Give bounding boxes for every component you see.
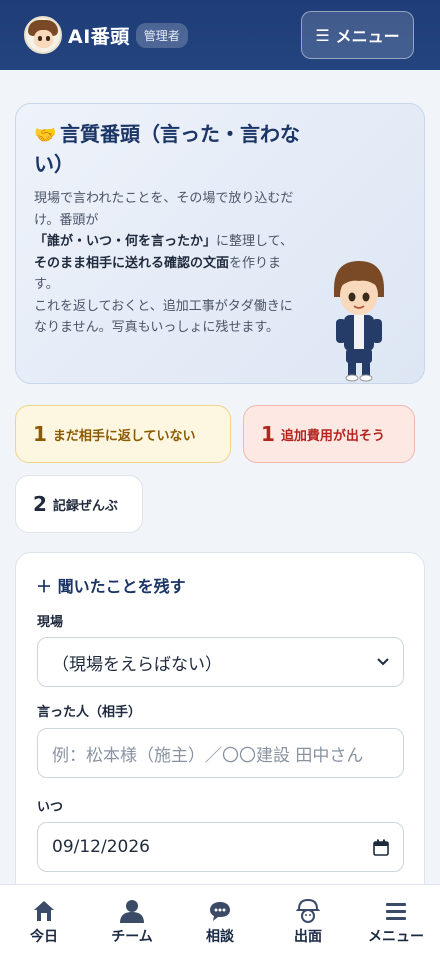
app-header: AI番頭 管理者 ☰ メニュー [0,0,440,70]
nav-item-menu[interactable]: メニュー [352,885,440,959]
intro-bold-1: 「誰が・いつ・何を言ったか」 [34,234,217,249]
calendar-icon[interactable] [373,839,389,856]
bottom-nav: 今日 チーム 相談 出面 メニュー [0,884,440,959]
hamburger-icon: ☰ [315,25,330,45]
avatar [24,16,62,54]
stat-not-returned[interactable]: 1 まだ相手に返していない [15,405,231,463]
menu-icon [383,898,409,924]
mascot-illustration [334,261,384,382]
nav-label: 出面 [294,929,322,945]
date-value: 09/12/2026 [52,837,150,857]
speaker-label: 言った人（相手） [37,705,142,720]
stat-label: 追加費用が出そう [280,428,385,444]
nav-label: 今日 [30,929,58,945]
stat-count: 1 [33,422,47,446]
intro-title: 🤝 言質番頭（言った・言わない） [34,120,304,178]
when-label: いつ [37,800,64,815]
stat-count: 1 [261,422,275,446]
app-title: AI番頭 [68,25,130,48]
menu-button[interactable]: ☰ メニュー [301,11,414,59]
site-select-value: （現場をえらばない） [52,654,222,675]
nav-item-consult[interactable]: 相談 [176,885,264,959]
record-form: ＋ 聞いたことを残す 現場 （現場をえらばない） 言った人（相手） 例：松本様（… [15,552,425,912]
nav-item-team[interactable]: チーム [88,885,176,959]
stat-all-records[interactable]: 2 記録ぜんぶ [15,475,143,533]
intro-text-1: 現場で言われたことを、その場で放り込むだけ。番頭が [34,191,294,228]
house-icon [31,898,57,924]
stat-extra-cost[interactable]: 1 追加費用が出そう [243,405,415,463]
site-select[interactable]: （現場をえらばない） [37,637,404,687]
chevron-down-icon [377,658,389,666]
menu-button-label: メニュー [335,27,400,46]
nav-item-today[interactable]: 今日 [0,885,88,959]
role-badge: 管理者 [135,22,188,48]
intro-bold-2: そのまま相手に送れる確認の文面 [34,255,230,271]
nav-item-attendance[interactable]: 出面 [264,885,352,959]
intro-title-text: 言質番頭（言った・言わない） [34,122,300,176]
chat-icon [207,898,233,924]
intro-description: 現場で言われたことを、その場で放り込むだけ。番頭が 「誰が・いつ・何を言ったか」… [34,188,299,339]
nav-label: チーム [111,929,153,945]
nav-label: 相談 [206,929,234,945]
intro-card: 🤝 言質番頭（言った・言わない） 現場で言われたことを、その場で放り込むだけ。番頭… [15,103,425,384]
intro-text-4: これを返しておくと、追加工事がタダ働きになりません。写真もいっしょに残せます。 [34,298,293,336]
form-heading: ＋ 聞いたことを残す [36,577,186,596]
intro-text-2: に整理して、 [216,234,293,249]
nav-label: メニュー [368,929,424,945]
speaker-input[interactable]: 例：松本様（施主）／〇〇建設 田中さん [37,728,404,778]
stat-label: まだ相手に返していない [52,428,196,444]
handshake-icon: 🤝 [34,125,57,146]
person-icon [119,898,145,924]
speaker-placeholder: 例：松本様（施主）／〇〇建設 田中さん [52,745,364,766]
site-label: 現場 [37,615,64,630]
stat-count: 2 [33,492,47,516]
date-input[interactable]: 09/12/2026 [37,822,404,872]
helmet-icon [295,898,321,924]
stat-label: 記録ぜんぶ [52,498,118,514]
